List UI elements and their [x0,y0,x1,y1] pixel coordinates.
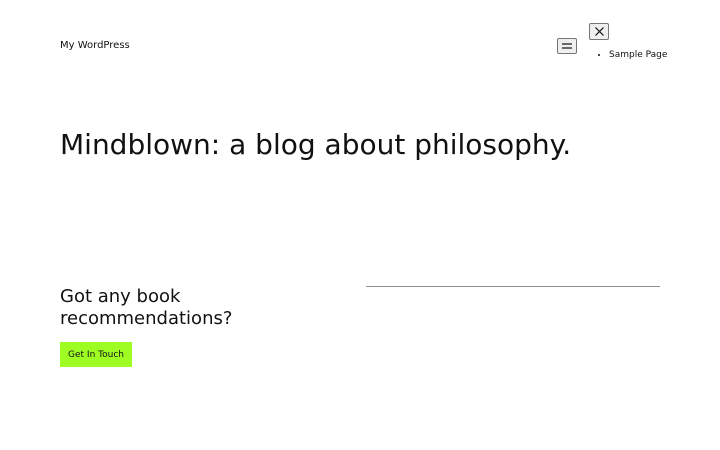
cta-heading: Got any book recommendations? [60,286,233,329]
nav-item-sample-page: Sample Page [609,48,667,62]
get-in-touch-button[interactable]: Get In Touch [60,342,132,367]
page-title: Mindblown: a blog about philosophy. [60,128,572,161]
nav-link-sample-page[interactable]: Sample Page [609,50,667,60]
hamburger-icon [562,43,572,49]
menu-close-button[interactable] [589,23,609,40]
separator-line [366,286,660,287]
primary-navigation: Sample Page [597,48,667,62]
site-title[interactable]: My WordPress [60,40,130,52]
menu-open-button[interactable] [557,38,577,54]
close-icon [594,27,604,36]
